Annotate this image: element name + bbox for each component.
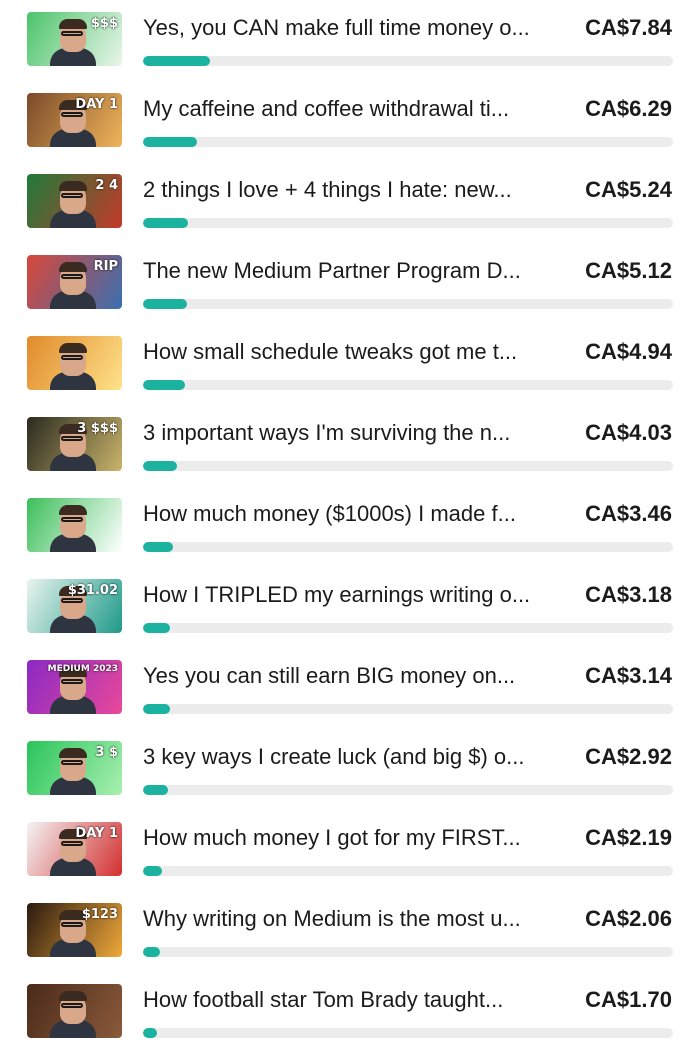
person-thumbnail-icon — [27, 984, 122, 1038]
story-earnings: CA$3.18 — [585, 582, 672, 607]
story-earnings: CA$6.29 — [585, 96, 672, 121]
story-row[interactable]: How small schedule tweaks got me t... CA$… — [0, 324, 700, 405]
story-title[interactable]: How small schedule tweaks got me t... — [143, 338, 568, 366]
thumbnail-overlay-text: DAY 1 — [75, 826, 118, 841]
story-thumbnail[interactable] — [27, 498, 122, 552]
earnings-bar-track — [143, 785, 673, 795]
earnings-bar-fill — [143, 137, 197, 147]
story-thumbnail[interactable]: 3 $ — [27, 741, 122, 795]
earnings-bar-track — [143, 542, 673, 552]
earnings-bar-track — [143, 218, 673, 228]
story-title[interactable]: How football star Tom Brady taught... — [143, 986, 568, 1014]
story-earnings: CA$7.84 — [585, 15, 672, 40]
story-title[interactable]: How I TRIPLED my earnings writing o... — [143, 581, 568, 609]
earnings-bar-fill — [143, 866, 162, 876]
story-thumbnail[interactable] — [27, 984, 122, 1038]
story-row[interactable]: 3 $ 3 key ways I create luck (and big $) … — [0, 729, 700, 810]
story-earnings: CA$2.06 — [585, 906, 672, 931]
story-row[interactable]: $123 Why writing on Medium is the most u.… — [0, 891, 700, 972]
story-row[interactable]: How football star Tom Brady taught... CA$… — [0, 972, 700, 1053]
story-row[interactable]: DAY 1 My caffeine and coffee withdrawal t… — [0, 81, 700, 162]
story-earnings: CA$1.70 — [585, 987, 672, 1012]
story-title[interactable]: How much money I got for my FIRST... — [143, 824, 568, 852]
earnings-story-list: $$$ Yes, you CAN make full time money o..… — [0, 0, 700, 1056]
story-thumbnail[interactable]: $123 — [27, 903, 122, 957]
story-title[interactable]: 3 important ways I'm surviving the n... — [143, 419, 568, 447]
story-earnings: CA$2.92 — [585, 744, 672, 769]
earnings-bar-fill — [143, 704, 170, 714]
story-row[interactable]: MEDIUM 2023 Yes you can still earn BIG mo… — [0, 648, 700, 729]
story-earnings: CA$4.03 — [585, 420, 672, 445]
earnings-bar-track — [143, 623, 673, 633]
earnings-bar-fill — [143, 56, 210, 66]
thumbnail-overlay-text: MEDIUM 2023 — [47, 664, 118, 674]
story-thumbnail[interactable]: 2 4 — [27, 174, 122, 228]
story-thumbnail[interactable]: DAY 1 — [27, 822, 122, 876]
person-thumbnail-icon — [27, 498, 122, 552]
earnings-bar-track — [143, 947, 673, 957]
story-title[interactable]: Why writing on Medium is the most u... — [143, 905, 568, 933]
thumbnail-overlay-text: 2 4 — [95, 178, 118, 193]
story-row[interactable]: How much money ($1000s) I made f... CA$3.… — [0, 486, 700, 567]
story-earnings: CA$3.14 — [585, 663, 672, 688]
earnings-bar-track — [143, 56, 673, 66]
thumbnail-overlay-text: RIP — [93, 259, 118, 274]
story-title[interactable]: Yes you can still earn BIG money on... — [143, 662, 568, 690]
story-earnings: CA$5.24 — [585, 177, 672, 202]
earnings-bar-fill — [143, 1028, 157, 1038]
earnings-bar-fill — [143, 461, 177, 471]
earnings-bar-fill — [143, 542, 173, 552]
story-thumbnail[interactable]: $31.02 — [27, 579, 122, 633]
story-thumbnail[interactable]: MEDIUM 2023 — [27, 660, 122, 714]
story-thumbnail[interactable]: DAY 1 — [27, 93, 122, 147]
earnings-bar-track — [143, 461, 673, 471]
story-title[interactable]: Yes, you CAN make full time money o... — [143, 14, 568, 42]
earnings-bar-fill — [143, 380, 185, 390]
story-row[interactable]: RIP The new Medium Partner Program D... CA… — [0, 243, 700, 324]
earnings-bar-track — [143, 137, 673, 147]
story-earnings: CA$3.46 — [585, 501, 672, 526]
thumbnail-overlay-text: 3 $ — [95, 745, 118, 760]
earnings-bar-fill — [143, 218, 188, 228]
earnings-bar-track — [143, 704, 673, 714]
story-row[interactable]: $31.02 How I TRIPLED my earnings writing … — [0, 567, 700, 648]
earnings-bar-track — [143, 1028, 673, 1038]
earnings-bar-fill — [143, 785, 168, 795]
story-title[interactable]: How much money ($1000s) I made f... — [143, 500, 568, 528]
story-row[interactable]: $$$ Yes, you CAN make full time money o..… — [0, 0, 700, 81]
story-row[interactable]: 3 $$$ 3 important ways I'm surviving the … — [0, 405, 700, 486]
earnings-bar-fill — [143, 947, 160, 957]
thumbnail-overlay-text: 3 $$$ — [77, 421, 118, 436]
story-title[interactable]: 2 things I love + 4 things I hate: new..… — [143, 176, 568, 204]
story-row[interactable]: DAY 1 How much money I got for my FIRST..… — [0, 810, 700, 891]
earnings-bar-track — [143, 380, 673, 390]
thumbnail-overlay-text: $123 — [81, 907, 118, 922]
story-thumbnail[interactable]: $$$ — [27, 12, 122, 66]
story-earnings: CA$5.12 — [585, 258, 672, 283]
thumbnail-overlay-text: $31.02 — [67, 583, 118, 598]
story-thumbnail[interactable]: RIP — [27, 255, 122, 309]
earnings-bar-track — [143, 866, 673, 876]
person-thumbnail-icon — [27, 336, 122, 390]
earnings-bar-fill — [143, 623, 170, 633]
story-thumbnail[interactable] — [27, 336, 122, 390]
story-row[interactable]: 2 4 2 things I love + 4 things I hate: ne… — [0, 162, 700, 243]
story-title[interactable]: The new Medium Partner Program D... — [143, 257, 568, 285]
story-thumbnail[interactable]: 3 $$$ — [27, 417, 122, 471]
thumbnail-overlay-text: DAY 1 — [75, 97, 118, 112]
story-earnings: CA$4.94 — [585, 339, 672, 364]
story-title[interactable]: My caffeine and coffee withdrawal ti... — [143, 95, 568, 123]
earnings-bar-fill — [143, 299, 187, 309]
earnings-bar-track — [143, 299, 673, 309]
story-earnings: CA$2.19 — [585, 825, 672, 850]
story-title[interactable]: 3 key ways I create luck (and big $) o..… — [143, 743, 568, 771]
thumbnail-overlay-text: $$$ — [90, 16, 118, 31]
